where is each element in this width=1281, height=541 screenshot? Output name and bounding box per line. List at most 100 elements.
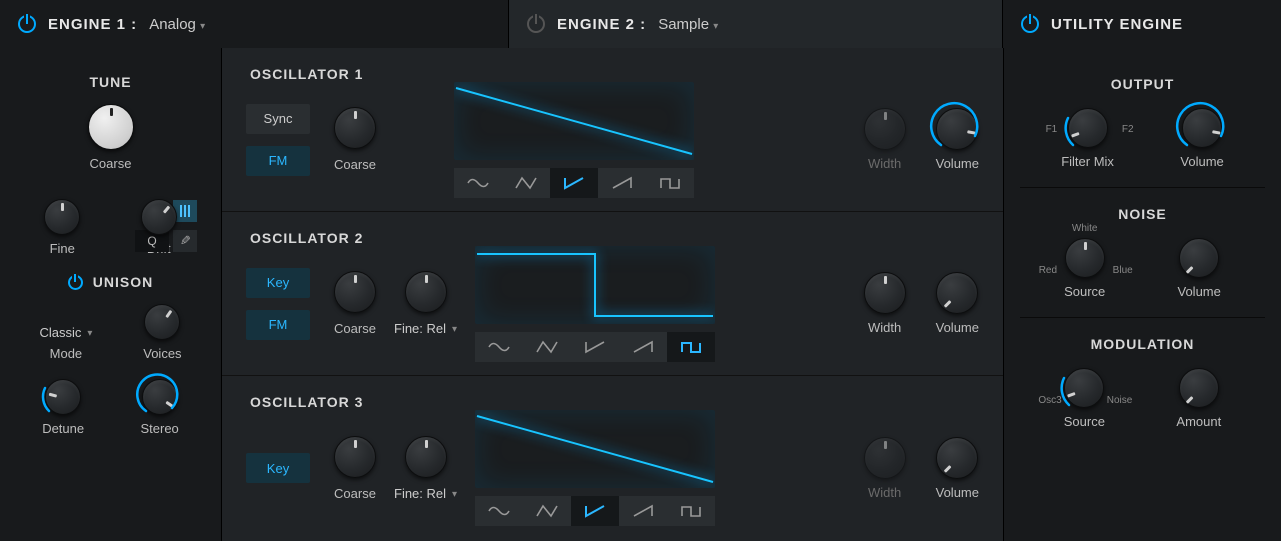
osc1-volume-knob[interactable] (936, 108, 978, 150)
osc1-wave-square[interactable] (646, 168, 694, 198)
osc3-volume-label: Volume (936, 485, 979, 500)
osc3-coarse-knob[interactable] (334, 436, 376, 478)
osc1-sync-button[interactable]: Sync (246, 104, 310, 134)
mod-amount-knob[interactable] (1179, 368, 1219, 408)
osc1-waveform-selector (454, 168, 694, 198)
osc3-wave-triangle[interactable] (523, 496, 571, 526)
osc2-volume-knob[interactable] (936, 272, 978, 314)
osc1-wave-saw-down[interactable] (550, 168, 598, 198)
osc3-waveform-selector (475, 496, 715, 526)
osc2-coarse-label: Coarse (334, 321, 376, 336)
osc2-waveform-display (475, 246, 715, 324)
tag-noise: Noise (1107, 395, 1133, 406)
osc3-width-knob[interactable] (864, 437, 906, 479)
osc3-fine-dropdown[interactable]: Fine: Rel▾ (394, 486, 457, 501)
osc3-wave-saw-down[interactable] (571, 496, 619, 526)
osc2-fine-param: Fine: Rel▾ (394, 271, 457, 336)
output-volume-param: Volume (1180, 108, 1223, 169)
unison-voices-knob[interactable] (144, 304, 180, 340)
osc3-volume-knob[interactable] (936, 437, 978, 479)
osc2-wave-saw-up[interactable] (619, 332, 667, 362)
osc2-coarse-knob[interactable] (334, 271, 376, 313)
mod-source-label: Source (1064, 414, 1105, 429)
osc3-wave-sine[interactable] (475, 496, 523, 526)
oscillator3-row: OSCILLATOR 3 Key Coarse Fine: Rel▾ (222, 376, 1003, 540)
utility-power-button[interactable] (1021, 15, 1039, 33)
output-volume-knob[interactable] (1182, 108, 1222, 148)
osc3-wave-saw-up[interactable] (619, 496, 667, 526)
osc2-wave-square[interactable] (667, 332, 715, 362)
osc1-wave-saw-up[interactable] (598, 168, 646, 198)
tag-red: Red (1039, 265, 1057, 276)
tune-fine-param: Fine (44, 199, 80, 256)
unison-detune-label: Detune (42, 421, 84, 436)
unison-detune-knob[interactable] (45, 379, 81, 415)
osc1-wave-sine[interactable] (454, 168, 502, 198)
unison-stereo-label: Stereo (140, 421, 178, 436)
osc2-width-knob[interactable] (864, 272, 906, 314)
engine2-power-button[interactable] (527, 15, 545, 33)
chevron-down-icon: ▾ (87, 328, 92, 339)
chevron-down-icon: ▾ (713, 21, 718, 32)
tune-fine-knob[interactable] (44, 199, 80, 235)
osc2-fm-button[interactable]: FM (246, 310, 310, 340)
osc2-fine-knob[interactable] (405, 271, 447, 313)
unison-voices-param: Voices (143, 304, 181, 361)
tag-f2: F2 (1122, 124, 1134, 135)
tune-fine-label: Fine (50, 241, 75, 256)
tune-drift-knob[interactable] (141, 199, 177, 235)
tune-coarse-param: Coarse (88, 104, 134, 171)
osc2-key-button[interactable]: Key (246, 268, 310, 298)
tag-blue: Blue (1113, 265, 1133, 276)
osc2-wave-sine[interactable] (475, 332, 523, 362)
tag-osc3: Osc3 (1038, 395, 1061, 406)
tune-edit-button[interactable] (173, 230, 197, 252)
output-filtermix-knob[interactable] (1068, 108, 1108, 148)
osc1-wave-triangle[interactable] (502, 168, 550, 198)
unison-power-button[interactable] (68, 275, 83, 290)
osc3-key-button[interactable]: Key (246, 453, 310, 483)
mod-source-knob[interactable] (1064, 368, 1104, 408)
output-filtermix-param: F1 F2 Filter Mix (1061, 108, 1114, 169)
osc3-fine-knob[interactable] (405, 436, 447, 478)
osc3-waveform-display (475, 410, 715, 488)
osc2-fine-dropdown[interactable]: Fine: Rel▾ (394, 321, 457, 336)
tune-coarse-label: Coarse (90, 156, 132, 171)
osc3-coarse-param: Coarse (334, 436, 376, 501)
osc1-coarse-label: Coarse (334, 157, 376, 172)
osc1-title: OSCILLATOR 1 (250, 66, 363, 82)
mod-amount-param: Amount (1176, 368, 1221, 429)
engine2-type-dropdown[interactable]: Sample ▾ (658, 16, 718, 33)
osc1-coarse-knob[interactable] (334, 107, 376, 149)
mod-amount-label: Amount (1176, 414, 1221, 429)
noise-volume-label: Volume (1178, 284, 1221, 299)
osc2-coarse-param: Coarse (334, 271, 376, 336)
noise-source-knob[interactable] (1065, 238, 1105, 278)
engine2-header: ENGINE 2 : Sample ▾ (508, 0, 1003, 48)
osc1-fm-button[interactable]: FM (246, 146, 310, 176)
osc3-width-param: Width (864, 437, 906, 500)
osc1-width-knob[interactable] (864, 108, 906, 150)
engine2-label: ENGINE 2 : (557, 16, 646, 33)
osc3-wave-square[interactable] (667, 496, 715, 526)
unison-stereo-knob[interactable] (142, 379, 178, 415)
osc1-volume-param: Volume (936, 108, 979, 171)
unison-mode-dropdown[interactable]: Classic▾ (39, 325, 92, 340)
osc1-coarse-param: Coarse (334, 107, 376, 172)
osc3-width-label: Width (868, 485, 901, 500)
tune-coarse-knob[interactable] (88, 104, 134, 150)
noise-volume-knob[interactable] (1179, 238, 1219, 278)
engine1-type-dropdown[interactable]: Analog ▾ (149, 16, 205, 33)
osc3-coarse-label: Coarse (334, 486, 376, 501)
modulation-section-title: MODULATION (1004, 336, 1281, 352)
engine1-power-button[interactable] (18, 15, 36, 33)
osc2-wave-triangle[interactable] (523, 332, 571, 362)
osc1-volume-label: Volume (936, 156, 979, 171)
unison-voices-label: Voices (143, 346, 181, 361)
output-filtermix-label: Filter Mix (1061, 154, 1114, 169)
tag-f1: F1 (1046, 124, 1058, 135)
osc2-wave-saw-down[interactable] (571, 332, 619, 362)
osc2-width-param: Width (864, 272, 906, 335)
osc3-volume-param: Volume (936, 437, 979, 500)
unison-section-title: UNISON (0, 274, 221, 290)
